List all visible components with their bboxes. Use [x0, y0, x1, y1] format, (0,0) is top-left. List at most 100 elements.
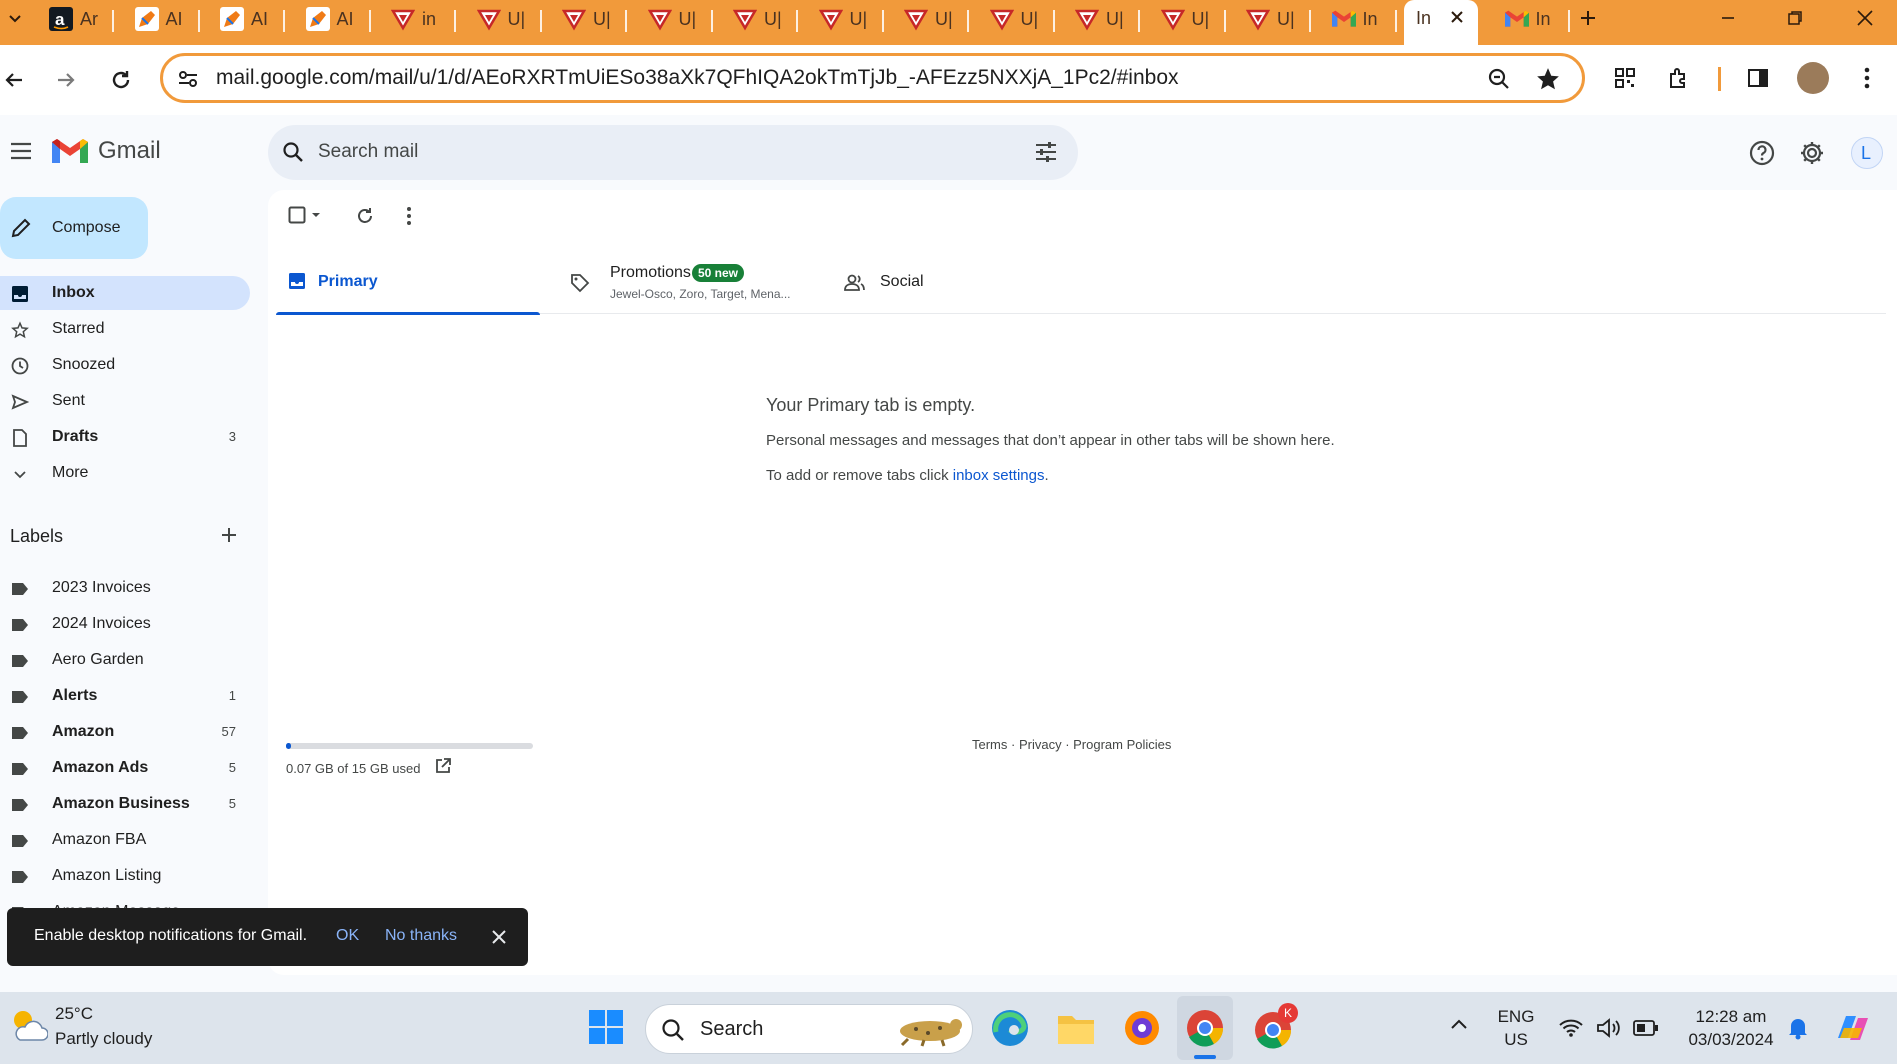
search-icon[interactable] [282, 141, 304, 163]
volume-icon[interactable] [1596, 1018, 1622, 1038]
red-v-favicon-icon [1245, 6, 1271, 32]
browser-tab[interactable]: U| [647, 4, 696, 34]
language-line1[interactable]: ENG [1496, 1006, 1536, 1028]
tab-promotions[interactable]: Promotions 50 new Jewel-Osco, Zoro, Targ… [540, 252, 830, 314]
tab-social[interactable]: Social [830, 252, 1060, 314]
sidebar-item-inbox[interactable]: Inbox [0, 276, 250, 310]
extensions-puzzle-icon[interactable] [1665, 64, 1693, 92]
browser-tab[interactable]: AI [219, 4, 268, 34]
language-line2[interactable]: US [1496, 1029, 1536, 1051]
label-item[interactable]: Amazon FBA [0, 823, 250, 857]
minimize-window-icon[interactable] [1697, 0, 1759, 36]
toast-no-thanks-button[interactable]: No thanks [385, 927, 457, 945]
browser-menu-icon[interactable] [1857, 65, 1877, 91]
site-info-icon[interactable] [176, 67, 200, 91]
firefox-style-app-icon[interactable] [1122, 1008, 1162, 1048]
privacy-link[interactable]: Privacy [1019, 737, 1062, 752]
tab-search-chevron-icon[interactable] [0, 0, 30, 36]
windows-start-icon[interactable] [588, 1009, 624, 1045]
browser-tab[interactable]: In [1504, 4, 1551, 34]
search-input[interactable] [316, 137, 976, 167]
bookmark-star-icon[interactable] [1535, 66, 1561, 92]
label-item[interactable]: 2024 Invoices [0, 607, 250, 641]
weather-description[interactable]: Partly cloudy [55, 1029, 152, 1049]
zoom-icon[interactable] [1487, 67, 1511, 91]
forward-icon[interactable] [52, 65, 80, 95]
browser-tab[interactable]: U| [561, 4, 611, 34]
search-bar[interactable] [268, 125, 1078, 180]
wifi-icon[interactable] [1559, 1018, 1583, 1038]
new-tab-icon[interactable] [1563, 0, 1613, 36]
terms-link[interactable]: Terms [972, 737, 1007, 752]
weather-temperature[interactable]: 25°C [55, 1004, 93, 1024]
label-item[interactable]: Amazon Listing [0, 859, 250, 893]
close-tab-icon[interactable] [1448, 8, 1466, 26]
address-bar[interactable]: mail.google.com/mail/u/1/d/AEoRXRTmUiESo… [160, 53, 1585, 103]
browser-tab[interactable]: U| [1245, 4, 1295, 34]
clock-date[interactable]: 03/03/2024 [1676, 1029, 1786, 1051]
tab-separator [368, 10, 371, 32]
sidebar-item-sent[interactable]: Sent [0, 384, 250, 418]
side-panel-icon[interactable] [1745, 65, 1771, 91]
browser-tab[interactable]: U| [903, 4, 953, 34]
search-options-icon[interactable] [1034, 141, 1058, 163]
sidebar-item-starred[interactable]: Starred [0, 312, 250, 346]
open-storage-icon[interactable] [434, 757, 452, 775]
browser-tab[interactable]: AI [134, 4, 183, 34]
toast-ok-button[interactable]: OK [336, 927, 359, 945]
browser-tab[interactable]: U| [1160, 4, 1209, 34]
sidebar-item-drafts[interactable]: Drafts 3 [0, 420, 250, 454]
url-text[interactable]: mail.google.com/mail/u/1/d/AEoRXRTmUiESo… [216, 66, 1179, 90]
edge-browser-icon[interactable] [990, 1008, 1030, 1048]
sidebar-item-more[interactable]: More [0, 456, 250, 490]
back-icon[interactable] [0, 65, 28, 95]
browser-tab[interactable]: a Ar [48, 4, 98, 34]
restore-window-icon[interactable] [1764, 0, 1826, 36]
add-label-icon[interactable] [219, 525, 239, 545]
toast-close-icon[interactable] [491, 929, 507, 945]
gmail-logo-icon[interactable] [52, 138, 88, 165]
browser-tab[interactable]: U| [818, 4, 867, 34]
label-item[interactable]: 2023 Invoices [0, 571, 250, 605]
close-window-icon[interactable] [1834, 0, 1896, 36]
settings-gear-icon[interactable] [1799, 140, 1825, 166]
reload-icon[interactable] [106, 65, 136, 95]
tab-primary[interactable]: Primary [276, 252, 540, 315]
browser-tab-active[interactable]: In [1404, 0, 1478, 45]
notification-bell-icon[interactable] [1787, 1016, 1809, 1040]
weather-cloud-sun-icon[interactable] [8, 1006, 48, 1044]
file-explorer-icon[interactable] [1056, 1010, 1096, 1046]
clock-time[interactable]: 12:28 am [1676, 1006, 1786, 1028]
profile-avatar[interactable] [1797, 62, 1829, 94]
browser-tab-label: U| [764, 8, 782, 29]
account-avatar[interactable]: L [1851, 137, 1883, 169]
help-icon[interactable] [1749, 140, 1775, 166]
label-item[interactable]: Amazon 57 [0, 715, 250, 749]
copilot-icon[interactable] [1834, 1010, 1872, 1046]
show-hidden-icons-chevron-icon[interactable] [1450, 1018, 1468, 1030]
inbox-settings-link[interactable]: inbox settings [953, 467, 1045, 484]
compose-button[interactable]: Compose [0, 197, 148, 259]
browser-tab[interactable]: U| [989, 4, 1038, 34]
taskbar: 25°C Partly cloudy Search K ENG US 12:28… [0, 992, 1897, 1064]
refresh-icon[interactable] [355, 206, 375, 226]
browser-tab[interactable]: U| [476, 4, 525, 34]
browser-tab[interactable]: U| [732, 4, 782, 34]
program-policies-link[interactable]: Program Policies [1073, 737, 1171, 752]
label-item[interactable]: Alerts 1 [0, 679, 250, 713]
browser-tab[interactable]: AI [305, 4, 354, 34]
chrome-active-taskbar-item[interactable] [1177, 996, 1233, 1060]
taskbar-search[interactable]: Search [645, 1004, 973, 1054]
main-menu-icon[interactable] [10, 142, 32, 160]
battery-icon[interactable] [1633, 1019, 1659, 1037]
label-item[interactable]: Amazon Business 5 [0, 787, 250, 821]
more-actions-icon[interactable] [406, 206, 412, 226]
browser-tab[interactable]: in [390, 4, 436, 34]
label-item[interactable]: Aero Garden [0, 643, 250, 677]
sidebar-item-snoozed[interactable]: Snoozed [0, 348, 250, 382]
label-item[interactable]: Amazon Ads 5 [0, 751, 250, 785]
qr-extension-icon[interactable] [1612, 65, 1638, 91]
browser-tab[interactable]: In [1331, 4, 1378, 34]
select-checkbox-icon[interactable] [288, 205, 322, 225]
browser-tab[interactable]: U| [1074, 4, 1124, 34]
